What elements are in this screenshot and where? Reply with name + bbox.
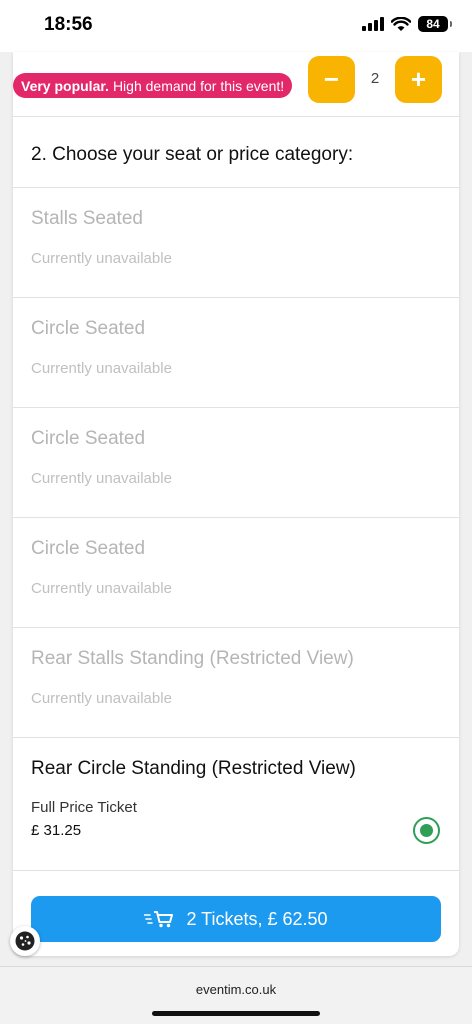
cellular-signal-icon (362, 17, 384, 31)
popularity-badge: Very popular. High demand for this event… (13, 73, 293, 98)
radio-dot (420, 824, 433, 837)
status-bar: 18:56 84 (0, 0, 472, 52)
ticket-type-label: Full Price Ticket (31, 799, 137, 816)
status-icons: 84 (362, 16, 452, 32)
category-name: Circle Seated (31, 428, 146, 449)
selected-category-item[interactable]: Rear Circle Standing (Restricted View) F… (13, 738, 459, 871)
category-status: Currently unavailable (31, 470, 172, 487)
ticket-selection-card: Very popular. High demand for this event… (13, 52, 459, 956)
cookie-settings-button[interactable] (10, 926, 40, 956)
category-status: Currently unavailable (31, 690, 172, 707)
category-status: Currently unavailable (31, 250, 172, 267)
cart-icon (144, 911, 174, 928)
badge-strong-text: Very popular. (21, 77, 109, 94)
section-title: 2. Choose your seat or price category: (13, 117, 459, 188)
ticket-price: £ 31.25 (31, 822, 82, 839)
category-name: Rear Stalls Standing (Restricted View) (31, 648, 354, 669)
status-time: 18:56 (44, 14, 93, 35)
category-item: Circle Seated Currently unavailable (13, 408, 459, 518)
category-item: Circle Seated Currently unavailable (13, 298, 459, 408)
category-item: Rear Stalls Standing (Restricted View) C… (13, 628, 459, 738)
category-status: Currently unavailable (31, 360, 172, 377)
browser-bottom-bar: eventim.co.uk (0, 966, 472, 1024)
home-indicator[interactable] (152, 1011, 320, 1016)
category-status: Currently unavailable (31, 580, 172, 597)
battery-level: 84 (426, 17, 440, 31)
wifi-icon (391, 16, 411, 31)
decrease-quantity-button[interactable]: − (308, 56, 355, 103)
add-to-cart-button[interactable]: 2 Tickets, £ 62.50 (31, 896, 441, 942)
increase-quantity-button[interactable]: + (395, 56, 442, 103)
category-item: Stalls Seated Currently unavailable (13, 188, 459, 298)
cookie-icon (15, 931, 35, 951)
category-name: Circle Seated (31, 538, 146, 559)
category-name: Rear Circle Standing (Restricted View) (31, 758, 356, 779)
badge-text: High demand for this event! (112, 77, 285, 94)
category-name: Stalls Seated (31, 208, 143, 229)
cta-label: 2 Tickets, £ 62.50 (186, 908, 328, 929)
quantity-row: Very popular. High demand for this event… (13, 52, 459, 117)
browser-url[interactable]: eventim.co.uk (0, 982, 472, 997)
selected-radio-button[interactable] (413, 817, 440, 844)
category-item: Circle Seated Currently unavailable (13, 518, 459, 628)
category-name: Circle Seated (31, 318, 146, 339)
battery-icon: 84 (418, 16, 452, 32)
quantity-value: 2 (370, 70, 380, 87)
